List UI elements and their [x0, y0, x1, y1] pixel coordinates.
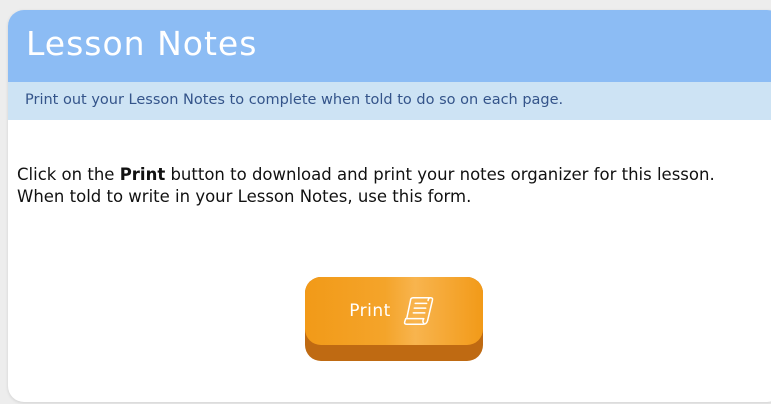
- print-button[interactable]: Print: [305, 277, 483, 361]
- instructions-text: Click on the Print button to download an…: [17, 164, 767, 208]
- print-button-face[interactable]: Print: [305, 277, 483, 345]
- subtitle-text: Print out your Lesson Notes to complete …: [25, 92, 564, 108]
- page-title: Lesson Notes: [26, 24, 258, 63]
- card-subheader: Print out your Lesson Notes to complete …: [8, 82, 771, 120]
- scroll-icon: [403, 296, 434, 326]
- instructions-print-word: Print: [119, 165, 166, 184]
- print-button-label: Print: [349, 301, 391, 321]
- instructions-text-start: Click on the: [17, 165, 120, 184]
- card-header: Lesson Notes: [8, 10, 771, 82]
